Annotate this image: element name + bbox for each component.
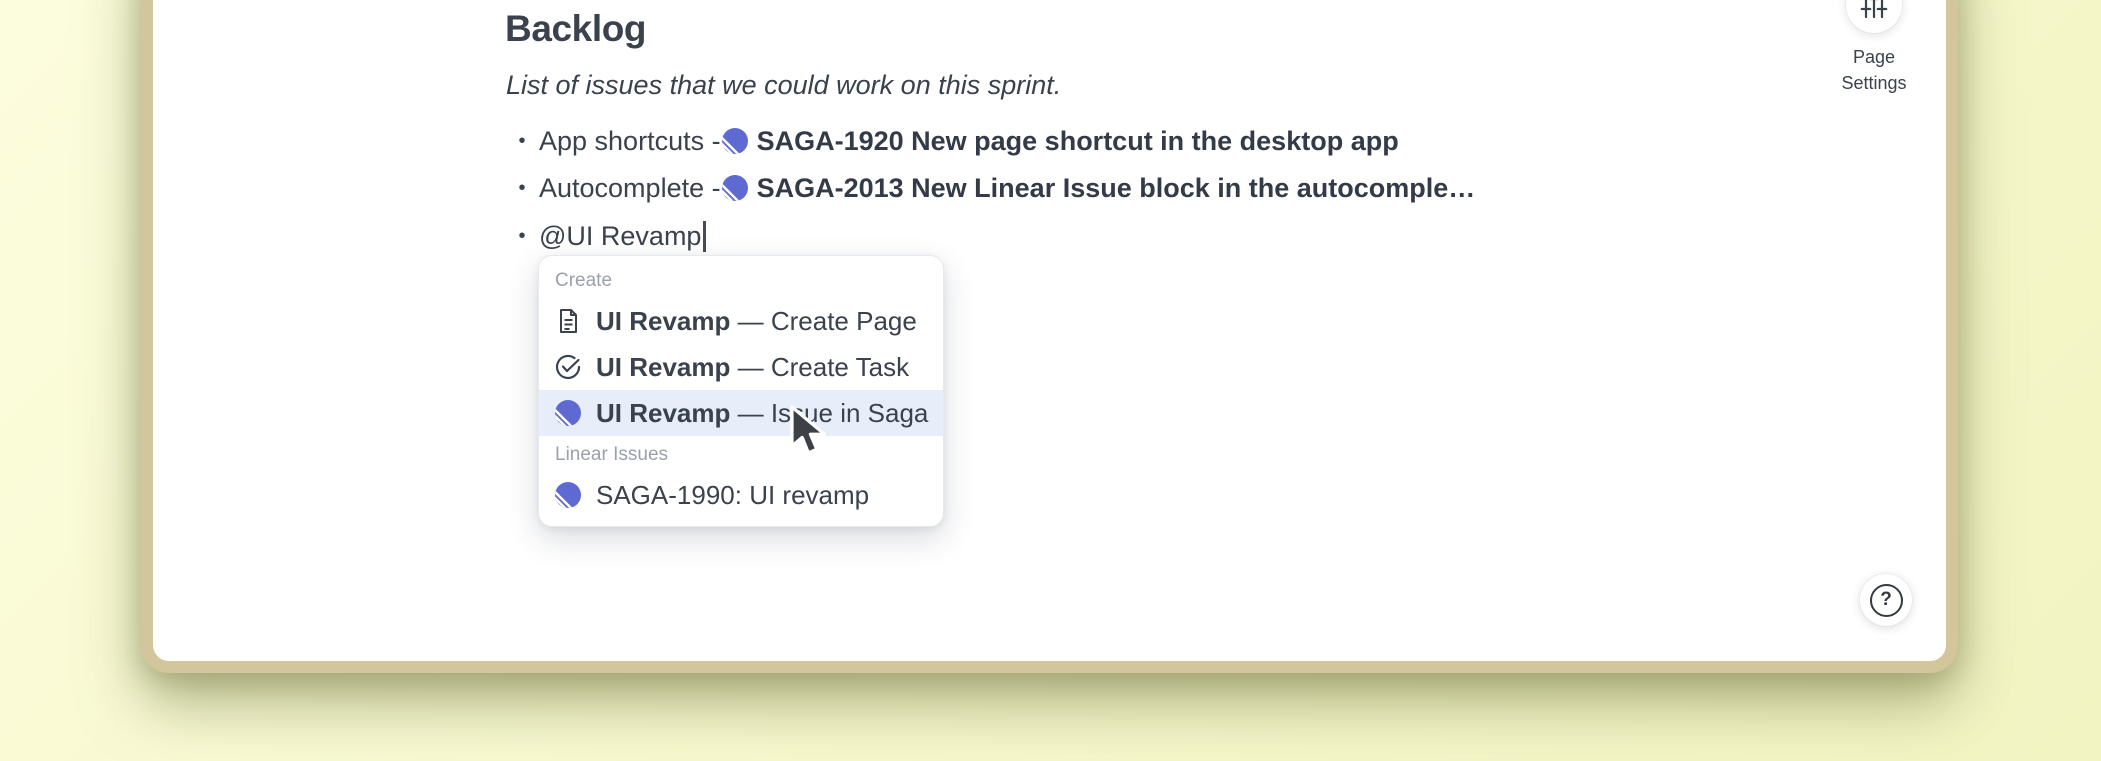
page-settings-label: Page Settings <box>1819 44 1929 96</box>
menu-item-label: UI Revamp — Create Page <box>596 306 917 337</box>
menu-section-header-linear-issues: Linear Issues <box>539 436 943 472</box>
page-subtitle[interactable]: List of issues that we could work on thi… <box>506 70 1061 101</box>
menu-item-create-page[interactable]: UI Revamp — Create Page <box>539 298 943 344</box>
help-icon: ? <box>1870 584 1903 617</box>
bullet-row-mention-input[interactable]: • @UI Revamp <box>505 215 706 257</box>
linear-issue-link[interactable]: SAGA-2013 New Linear Issue block in the … <box>721 173 1476 204</box>
sliders-icon <box>1859 0 1889 20</box>
page-settings-button[interactable] <box>1846 0 1902 33</box>
menu-section-header-create: Create <box>539 262 943 298</box>
menu-item-label: UI Revamp — Create Task <box>596 352 909 383</box>
issue-link-label: SAGA-1920 New page shortcut in the deskt… <box>757 126 1399 157</box>
menu-item-label: UI Revamp — Issue in Saga <box>596 398 928 429</box>
text-caret <box>703 221 706 252</box>
page-icon <box>554 307 582 335</box>
page-title[interactable]: Backlog <box>505 8 646 50</box>
menu-item-issue-in-saga[interactable]: UI Revamp — Issue in Saga <box>539 390 943 436</box>
linear-icon <box>554 481 582 509</box>
linear-icon <box>554 399 582 427</box>
bullet-dot: • <box>505 130 539 153</box>
help-button[interactable]: ? <box>1860 574 1912 626</box>
bullet-text: App shortcuts - <box>539 126 721 157</box>
linear-icon <box>721 127 749 155</box>
mention-query-text: @UI Revamp <box>539 221 701 252</box>
bullet-text: Autocomplete - <box>539 173 721 204</box>
issue-link-label: SAGA-2013 New Linear Issue block in the … <box>757 173 1476 204</box>
menu-item-create-task[interactable]: UI Revamp — Create Task <box>539 344 943 390</box>
autocomplete-menu: Create UI Revamp — Create Page UI Revamp… <box>538 255 944 527</box>
bullet-row-autocomplete[interactable]: • Autocomplete - SAGA-2013 New Linear Is… <box>505 167 1475 209</box>
linear-icon <box>721 174 749 202</box>
page-settings: Page Settings <box>1806 0 1942 96</box>
bullet-dot: • <box>505 177 539 200</box>
menu-item-saga-1990[interactable]: SAGA-1990: UI revamp <box>539 472 943 518</box>
task-icon <box>554 353 582 381</box>
linear-issue-link[interactable]: SAGA-1920 New page shortcut in the deskt… <box>721 126 1399 157</box>
bullet-dot: • <box>505 225 539 248</box>
menu-item-label: SAGA-1990: UI revamp <box>596 480 869 511</box>
bullet-row-app-shortcuts[interactable]: • App shortcuts - SAGA-1920 New page sho… <box>505 120 1399 162</box>
